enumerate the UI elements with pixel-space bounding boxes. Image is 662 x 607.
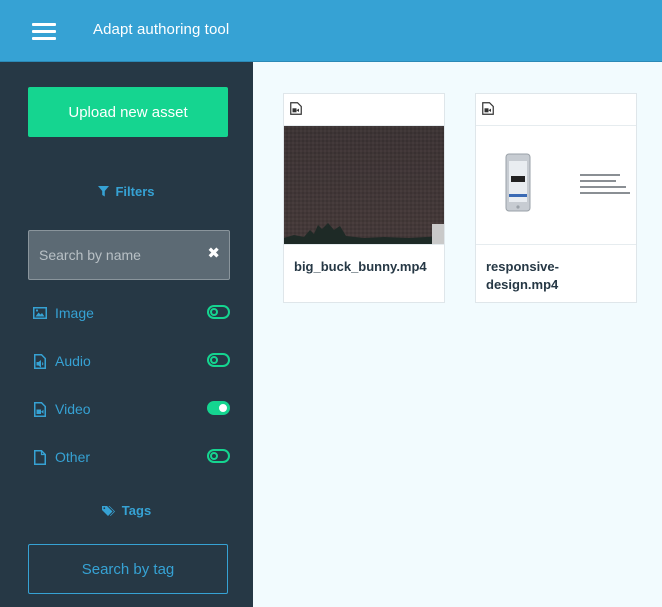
- search-by-name-field[interactable]: ✖: [28, 230, 230, 280]
- other-filter-toggle[interactable]: [207, 449, 230, 463]
- video-filter-toggle[interactable]: [207, 401, 230, 415]
- filters-heading: Filters: [0, 184, 253, 199]
- menu-icon[interactable]: [32, 22, 56, 42]
- tags-title: Tags: [121, 503, 152, 518]
- filter-icon: [98, 186, 110, 197]
- filter-label: Video: [55, 401, 91, 417]
- asset-name: big_buck_bunny.mp4: [294, 259, 427, 274]
- clear-search-icon[interactable]: ✖: [207, 245, 220, 263]
- filter-audio[interactable]: Audio: [32, 350, 232, 372]
- asset-card[interactable]: responsive- design.mp4: [475, 93, 637, 303]
- video-file-icon: [290, 102, 302, 115]
- video-file-icon: [32, 401, 48, 417]
- filter-label: Image: [55, 305, 94, 321]
- tags-heading: Tags: [0, 503, 253, 518]
- file-icon: [32, 449, 48, 465]
- filter-image[interactable]: Image: [32, 302, 232, 324]
- audio-filter-toggle[interactable]: [207, 353, 230, 367]
- search-by-tag-button[interactable]: Search by tag: [28, 544, 228, 594]
- video-thumbnail: [284, 125, 444, 245]
- tags-icon: [101, 505, 115, 516]
- upload-new-asset-button[interactable]: Upload new asset: [28, 87, 228, 137]
- image-icon: [32, 305, 48, 321]
- video-file-icon: [482, 102, 494, 115]
- asset-name-line: responsive-: [486, 259, 559, 274]
- top-bar: Adapt authoring tool: [0, 0, 662, 62]
- sidebar: Upload new asset Filters ✖ Image Audio V…: [0, 62, 253, 607]
- video-thumbnail: [476, 125, 636, 245]
- filter-label: Audio: [55, 353, 91, 369]
- filter-label: Other: [55, 449, 91, 465]
- filter-video[interactable]: Video: [32, 398, 232, 420]
- search-input[interactable]: [29, 231, 199, 279]
- audio-file-icon: [32, 353, 48, 369]
- asset-name: responsive- design.mp4: [486, 258, 631, 294]
- asset-card[interactable]: big_buck_bunny.mp4: [283, 93, 445, 303]
- image-filter-toggle[interactable]: [207, 305, 230, 319]
- asset-name-line: design.mp4: [486, 277, 559, 292]
- filter-other[interactable]: Other: [32, 446, 232, 468]
- filters-title: Filters: [115, 184, 155, 199]
- app-title: Adapt authoring tool: [93, 21, 230, 38]
